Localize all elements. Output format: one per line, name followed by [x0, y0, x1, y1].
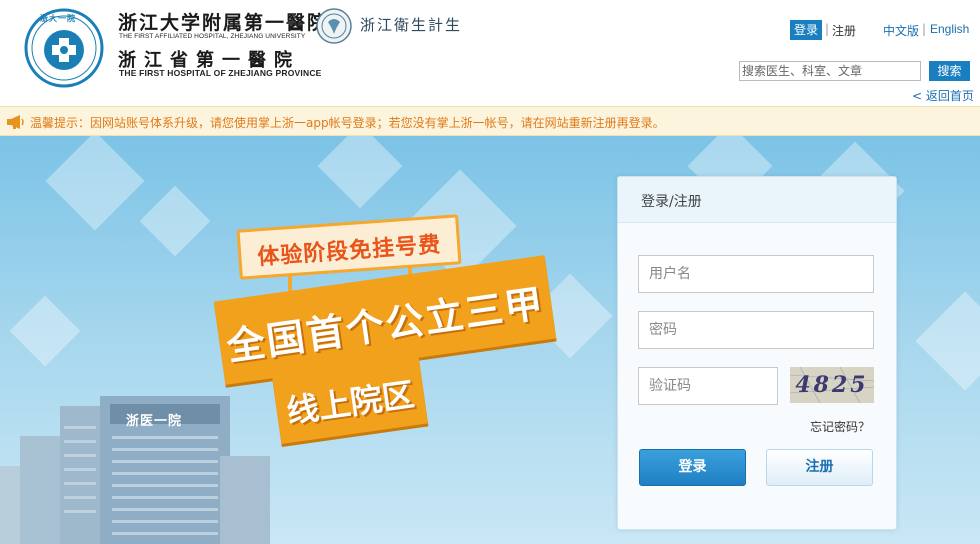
top-login-button[interactable]: 登录 [790, 20, 822, 40]
back-home-link[interactable]: < 返回首页 [912, 87, 974, 104]
captcha-image[interactable]: 4825 [790, 367, 874, 403]
register-button[interactable]: 注册 [766, 449, 873, 486]
building-sign-text: 浙医一院 [126, 414, 183, 429]
captcha-field[interactable] [638, 367, 778, 405]
subheadline-text: 线上院区 [284, 375, 417, 431]
forgot-password-link[interactable]: 忘记密码？ [810, 418, 870, 435]
notice-text: 温馨提示：因网站账号体系升级，请您使用掌上浙一app帐号登录；若您没有掌上浙一帐… [30, 116, 665, 130]
login-panel: 登录/注册 4825 忘记密码？ 登录 注册 [617, 176, 897, 530]
hospital-name-en: THE FIRST AFFILIATED HOSPITAL, ZHEJIANG … [119, 33, 306, 40]
notice-bar: 温馨提示：因网站账号体系升级，请您使用掌上浙一app帐号登录；若您没有掌上浙一帐… [0, 106, 980, 136]
login-panel-header: 登录/注册 [618, 177, 896, 223]
top-register-link[interactable]: 注册 [832, 22, 856, 39]
hospital-name-cn: 浙江大学附属第一醫院 [118, 12, 329, 34]
health-commission-name: 浙江衛生計生 [360, 16, 463, 34]
emblem-text: 浙大一院 [40, 13, 76, 23]
login-panel-title: 登录/注册 [641, 194, 702, 210]
megaphone-icon [7, 115, 24, 129]
password-field[interactable] [638, 311, 874, 349]
login-button[interactable]: 登录 [639, 449, 746, 486]
search-input[interactable] [739, 61, 921, 81]
username-field[interactable] [638, 255, 874, 293]
lang-separator: | [922, 22, 927, 36]
language-chinese-link[interactable]: 中文版 [883, 22, 919, 39]
nav-separator: | [825, 22, 830, 36]
province-hospital-name-en: THE FIRST HOSPITAL OF ZHEJIANG PROVINCE [119, 68, 322, 78]
search-button[interactable]: 搜索 [929, 61, 970, 81]
promo-sign-text: 体验阶段免挂号费 [256, 232, 442, 271]
site-header: 浙大一院 浙江大学附属第一醫院 THE FIRST AFFILIATED HOS… [0, 0, 980, 106]
language-english-link[interactable]: English [930, 22, 969, 36]
health-commission-emblem-icon [316, 8, 352, 44]
captcha-text: 4825 [795, 372, 869, 398]
